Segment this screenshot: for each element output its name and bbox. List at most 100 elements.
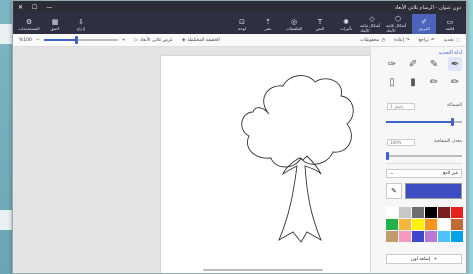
- ribbon-button-paste[interactable]: ▦ لاصق: [43, 14, 67, 34]
- color-swatch[interactable]: [412, 207, 424, 218]
- zoom-in-icon[interactable]: +: [122, 38, 126, 43]
- ribbon: ⚙ المستخدمات ▦ لاصق ⇩ إدراج ⊡ لوحة ⇡ نشر: [13, 14, 466, 34]
- color-row: ✎: [386, 183, 462, 199]
- brush-icon: ✐: [421, 17, 427, 26]
- zoom-slider[interactable]: [43, 36, 118, 44]
- zoom-slider-thumb[interactable]: [75, 36, 79, 44]
- ribbon-button-label: لوحة: [238, 25, 246, 31]
- effects-icon: ✺: [343, 17, 349, 26]
- finish-dropdown-label: غير لامع: [443, 171, 458, 176]
- ribbon-button-label: إدراج: [76, 25, 86, 31]
- workspace: أداة التحديد ✒ ✎ ✐ ✑ ✏ ✏ ▮ ▯ السماكة 1 ب…: [13, 47, 466, 273]
- ribbon-button-menu[interactable]: ▭ قائمة: [438, 14, 462, 34]
- zoom-slider-fill: [43, 39, 77, 41]
- gear-icon: ⚙: [25, 17, 33, 26]
- ribbon-button-canvas[interactable]: ⊡ لوحة: [230, 14, 254, 34]
- ribbon-button-stickers[interactable]: ◎ الملصقات: [282, 14, 306, 34]
- thickness-field[interactable]: 1 بكسل: [387, 103, 415, 110]
- select-button[interactable]: تحديد ⬚: [444, 38, 460, 43]
- view-3d-label: عرض ثلاثي الأبعاد: [139, 37, 173, 43]
- shape-3d-icon: ⬡: [394, 15, 402, 23]
- close-icon[interactable]: ✕: [18, 4, 23, 11]
- thickness-slider[interactable]: [386, 118, 462, 126]
- color-swatch[interactable]: [386, 219, 398, 230]
- ribbon-button-publish[interactable]: ⇡ نشر: [256, 14, 280, 34]
- finish-dropdown[interactable]: ⌄ غير لامع: [386, 169, 462, 178]
- canvas-area[interactable]: [13, 47, 415, 273]
- maximize-icon[interactable]: ☐: [32, 4, 37, 11]
- color-swatch[interactable]: [438, 231, 450, 242]
- redo-button[interactable]: إعادة ↷: [394, 38, 409, 43]
- redo-icon: ↷: [405, 37, 410, 43]
- ribbon-left-group: ⚙ المستخدمات ▦ لاصق ⇩ إدراج: [17, 14, 93, 34]
- brush-eraser[interactable]: ▮: [406, 75, 420, 89]
- color-swatch[interactable]: [438, 219, 450, 230]
- brush-pixel-pen[interactable]: ✏: [448, 75, 462, 89]
- mixed-reality-icon: ◈: [181, 37, 186, 43]
- brush-calligraphy-pen[interactable]: ✎: [427, 57, 441, 71]
- paste-icon: ▦: [51, 17, 59, 26]
- undo-icon: ↶: [430, 37, 435, 43]
- horizontal-scrollbar[interactable]: [203, 269, 323, 271]
- plus-icon: +: [433, 256, 438, 262]
- select-icon: ⬚: [455, 37, 460, 43]
- minimize-icon[interactable]: —: [46, 4, 52, 11]
- color-swatch[interactable]: [438, 207, 450, 218]
- eyedropper-button[interactable]: ✎: [386, 183, 402, 199]
- zoom-value: %100: [19, 37, 32, 43]
- toolbar-right: محفوظات ◷ إعادة ↷ تراجع ↶ تحديد ⬚: [360, 38, 460, 43]
- marker-icon: ✒: [450, 58, 460, 70]
- ribbon-button-label: لاصق: [50, 25, 60, 31]
- color-swatch[interactable]: [412, 219, 424, 230]
- ribbon-button-label: تأثيرات: [340, 25, 352, 31]
- color-swatch[interactable]: [399, 231, 411, 242]
- brush-oil[interactable]: ✐: [406, 57, 420, 71]
- opacity-slider[interactable]: [386, 152, 462, 160]
- color-swatch[interactable]: [425, 231, 437, 242]
- eyedropper-icon: ✎: [391, 187, 397, 195]
- color-swatch[interactable]: [425, 207, 437, 218]
- brush-crayon[interactable]: ▯: [385, 75, 399, 89]
- pixel-pen-icon: ✏: [450, 76, 460, 88]
- color-swatch[interactable]: [451, 219, 463, 230]
- color-swatch[interactable]: [451, 207, 463, 218]
- color-swatch[interactable]: [412, 231, 424, 242]
- brush-watercolor[interactable]: ✑: [385, 57, 399, 71]
- ribbon-button-label: نشر: [264, 25, 272, 31]
- ribbon-button-stickers-library[interactable]: ⚙ المستخدمات: [17, 14, 41, 34]
- color-swatch[interactable]: [451, 231, 463, 242]
- oil-brush-icon: ✐: [408, 58, 418, 70]
- undo-button[interactable]: تراجع ↶: [419, 38, 435, 43]
- ribbon-button-effects[interactable]: ✺ تأثيرات: [334, 14, 358, 34]
- opacity-label: معدل الشفافية: [434, 139, 462, 144]
- color-swatch[interactable]: [386, 207, 398, 218]
- panel-title: أداة التحديد: [438, 50, 462, 56]
- shape-2d-icon: ◇: [369, 15, 375, 23]
- mixed-reality-button[interactable]: ◈ الحقيقة المختلطة: [182, 38, 220, 43]
- zoom-out-icon[interactable]: −: [36, 38, 40, 43]
- ribbon-button-3d-shapes[interactable]: ⬡ أشكال ثلاثية الأبعاد: [386, 14, 410, 34]
- ribbon-button-2d-shapes[interactable]: ◇ أشكال ثنائية الأبعاد: [360, 14, 384, 34]
- thickness-slider-thumb[interactable]: [451, 118, 455, 126]
- brush-marker[interactable]: ✒: [448, 57, 462, 71]
- current-color-swatch[interactable]: [405, 183, 462, 199]
- history-button[interactable]: محفوظات ◷: [360, 38, 385, 43]
- ribbon-button-text[interactable]: T النص: [308, 14, 332, 34]
- mixed-reality-label: الحقيقة المختلطة: [187, 37, 220, 43]
- ribbon-button-insert[interactable]: ⇩ إدراج: [69, 14, 93, 34]
- add-color-button[interactable]: إضافة لون +: [386, 254, 462, 264]
- history-label: محفوظات: [360, 37, 380, 43]
- color-swatch[interactable]: [425, 219, 437, 230]
- ribbon-button-label: أشكال ثلاثية الأبعاد: [386, 23, 407, 33]
- view-3d-toggle[interactable]: ▷ عرض ثلاثي الأبعاد: [134, 38, 173, 43]
- brush-pencil[interactable]: ✏: [427, 75, 441, 89]
- menu-icon: ▭: [446, 17, 454, 26]
- color-swatch[interactable]: [399, 219, 411, 230]
- brush-panel: أداة التحديد ✒ ✎ ✐ ✑ ✏ ✏ ▮ ▯ السماكة 1 ب…: [370, 47, 466, 273]
- color-swatch[interactable]: [399, 207, 411, 218]
- opacity-slider-thumb[interactable]: [386, 152, 390, 160]
- ribbon-button-brushes[interactable]: ✐ الفرش: [412, 14, 436, 34]
- opacity-field[interactable]: 100%: [387, 139, 415, 146]
- color-swatch[interactable]: [386, 231, 398, 242]
- zoom-control: %100 − +: [19, 36, 126, 44]
